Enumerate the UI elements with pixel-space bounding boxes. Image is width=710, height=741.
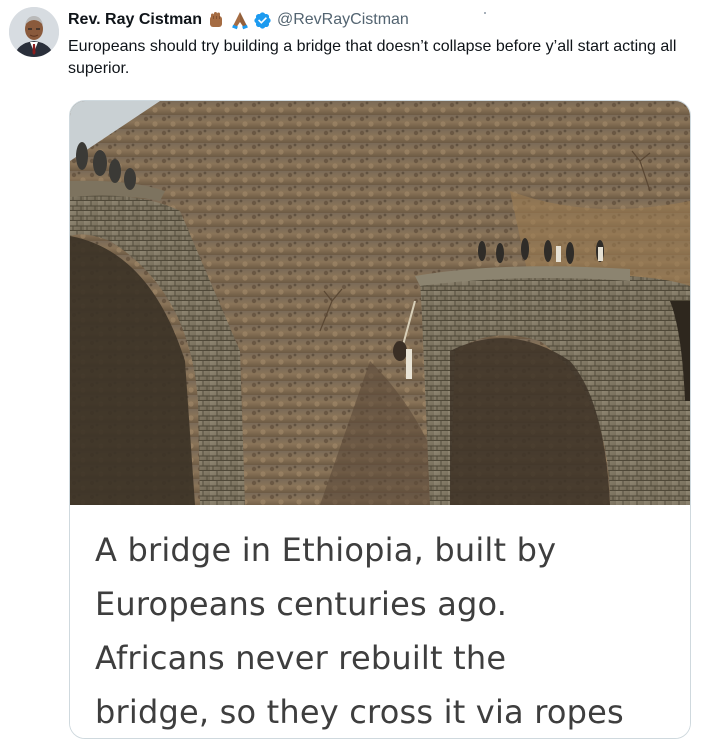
caption-line: Africans never rebuilt the: [95, 639, 507, 677]
caption-line: A bridge in Ethiopia, built by: [95, 531, 557, 569]
author-handle[interactable]: @RevRayCistman: [277, 11, 409, 29]
verified-badge-icon[interactable]: [253, 11, 272, 30]
media-card[interactable]: A bridge in Ethiopia, built by Europeans…: [69, 100, 691, 739]
raised-fist-icon: [206, 10, 226, 30]
meme-caption: A bridge in Ethiopia, built by Europeans…: [70, 505, 690, 738]
avatar[interactable]: [9, 7, 59, 57]
bridge-photo: [70, 101, 690, 505]
folded-hands-icon: [230, 10, 250, 30]
more-options-icon[interactable]: [484, 12, 486, 14]
avatar-photo: [9, 7, 59, 57]
caption-line: bridge, so they cross it via ropes: [95, 693, 624, 731]
caption-line: Europeans centuries ago.: [95, 585, 508, 623]
display-name[interactable]: Rev. Ray Cistman: [68, 11, 202, 29]
tweet-header: Rev. Ray Cistman @RevRayCistman: [68, 9, 409, 31]
tweet-text: Europeans should try building a bridge t…: [68, 38, 677, 77]
